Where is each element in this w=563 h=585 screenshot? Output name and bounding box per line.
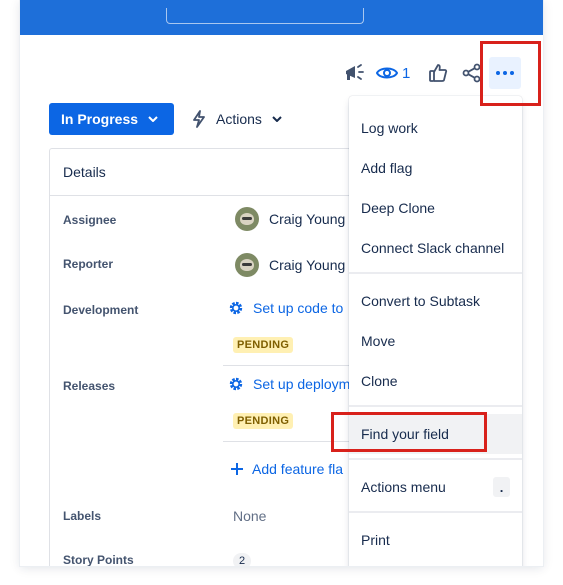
reporter-label: Reporter [63, 257, 114, 271]
menu-item-log-work[interactable]: Log work [349, 108, 522, 148]
annotation-box-find-your-field [331, 412, 487, 452]
thumbs-up-icon[interactable] [427, 62, 449, 84]
avatar [235, 207, 259, 231]
menu-item-print[interactable]: Print [349, 520, 522, 560]
lightning-icon [193, 110, 205, 128]
status-badge: PENDING [233, 413, 294, 429]
releases-link[interactable]: Set up deploym [227, 375, 350, 393]
more-actions-menu: Log work Add flag Deep Clone Connect Sla… [349, 96, 522, 566]
menu-item-actions-menu[interactable]: Actions menu . [349, 467, 522, 507]
search-field-edge[interactable] [166, 8, 364, 24]
annotation-box-more [480, 41, 541, 106]
actions-label: Actions [216, 111, 262, 127]
actions-dropdown[interactable]: Actions [192, 103, 282, 135]
releases-text: Set up deploym [253, 376, 351, 392]
avatar [235, 253, 259, 277]
assignee-label: Assignee [63, 213, 117, 227]
divider [349, 405, 522, 407]
divider [50, 195, 370, 196]
menu-item-add-flag[interactable]: Add flag [349, 148, 522, 188]
watch-count: 1 [402, 64, 411, 82]
divider [223, 365, 370, 366]
announcement-icon[interactable] [342, 62, 366, 84]
development-label: Development [63, 303, 139, 317]
labels-value[interactable]: None [233, 508, 266, 524]
reporter-value[interactable]: Craig Young [235, 253, 345, 277]
releases-label: Releases [63, 379, 116, 393]
eye-icon [376, 67, 398, 79]
add-feature-flag-link[interactable]: Add feature fla [230, 461, 343, 477]
top-navigation-bar [20, 0, 543, 35]
details-panel: Details Assignee Craig Young Reporter Cr… [49, 148, 370, 566]
actions-menu-label: Actions menu [361, 479, 446, 495]
reporter-name: Craig Young [269, 257, 346, 273]
divider [349, 458, 522, 460]
chevron-down-icon [272, 116, 282, 122]
add-feature-flag-text: Add feature fla [252, 461, 344, 477]
menu-item-connect-slack-channel[interactable]: Connect Slack channel [349, 228, 522, 268]
assignee-name: Craig Young [269, 211, 346, 227]
status-label: In Progress [61, 111, 139, 127]
assignee-value[interactable]: Craig Young [235, 207, 345, 231]
details-title: Details [63, 164, 106, 180]
chevron-down-icon [148, 116, 158, 122]
menu-item-convert-to-subtask[interactable]: Convert to Subtask [349, 281, 522, 321]
keyboard-shortcut: . [493, 477, 510, 497]
development-link[interactable]: Set up code to [227, 299, 343, 317]
status-badge: PENDING [233, 337, 294, 353]
development-text: Set up code to [253, 300, 344, 316]
divider [349, 272, 522, 274]
menu-item-deep-clone[interactable]: Deep Clone [349, 188, 522, 228]
menu-item-clone[interactable]: Clone [349, 361, 522, 401]
story-points-value[interactable]: 2 [233, 553, 251, 566]
gear-icon [229, 377, 243, 391]
story-points-label: Story Points [63, 553, 134, 566]
divider [349, 511, 522, 513]
issue-view: 1 In Progress Actions Details Assignee C… [20, 0, 543, 566]
plus-icon [231, 463, 243, 475]
watch-button[interactable]: 1 [376, 61, 410, 85]
menu-item-move[interactable]: Move [349, 321, 522, 361]
labels-label: Labels [63, 509, 102, 523]
gear-icon [229, 301, 243, 315]
status-dropdown[interactable]: In Progress [49, 103, 174, 135]
